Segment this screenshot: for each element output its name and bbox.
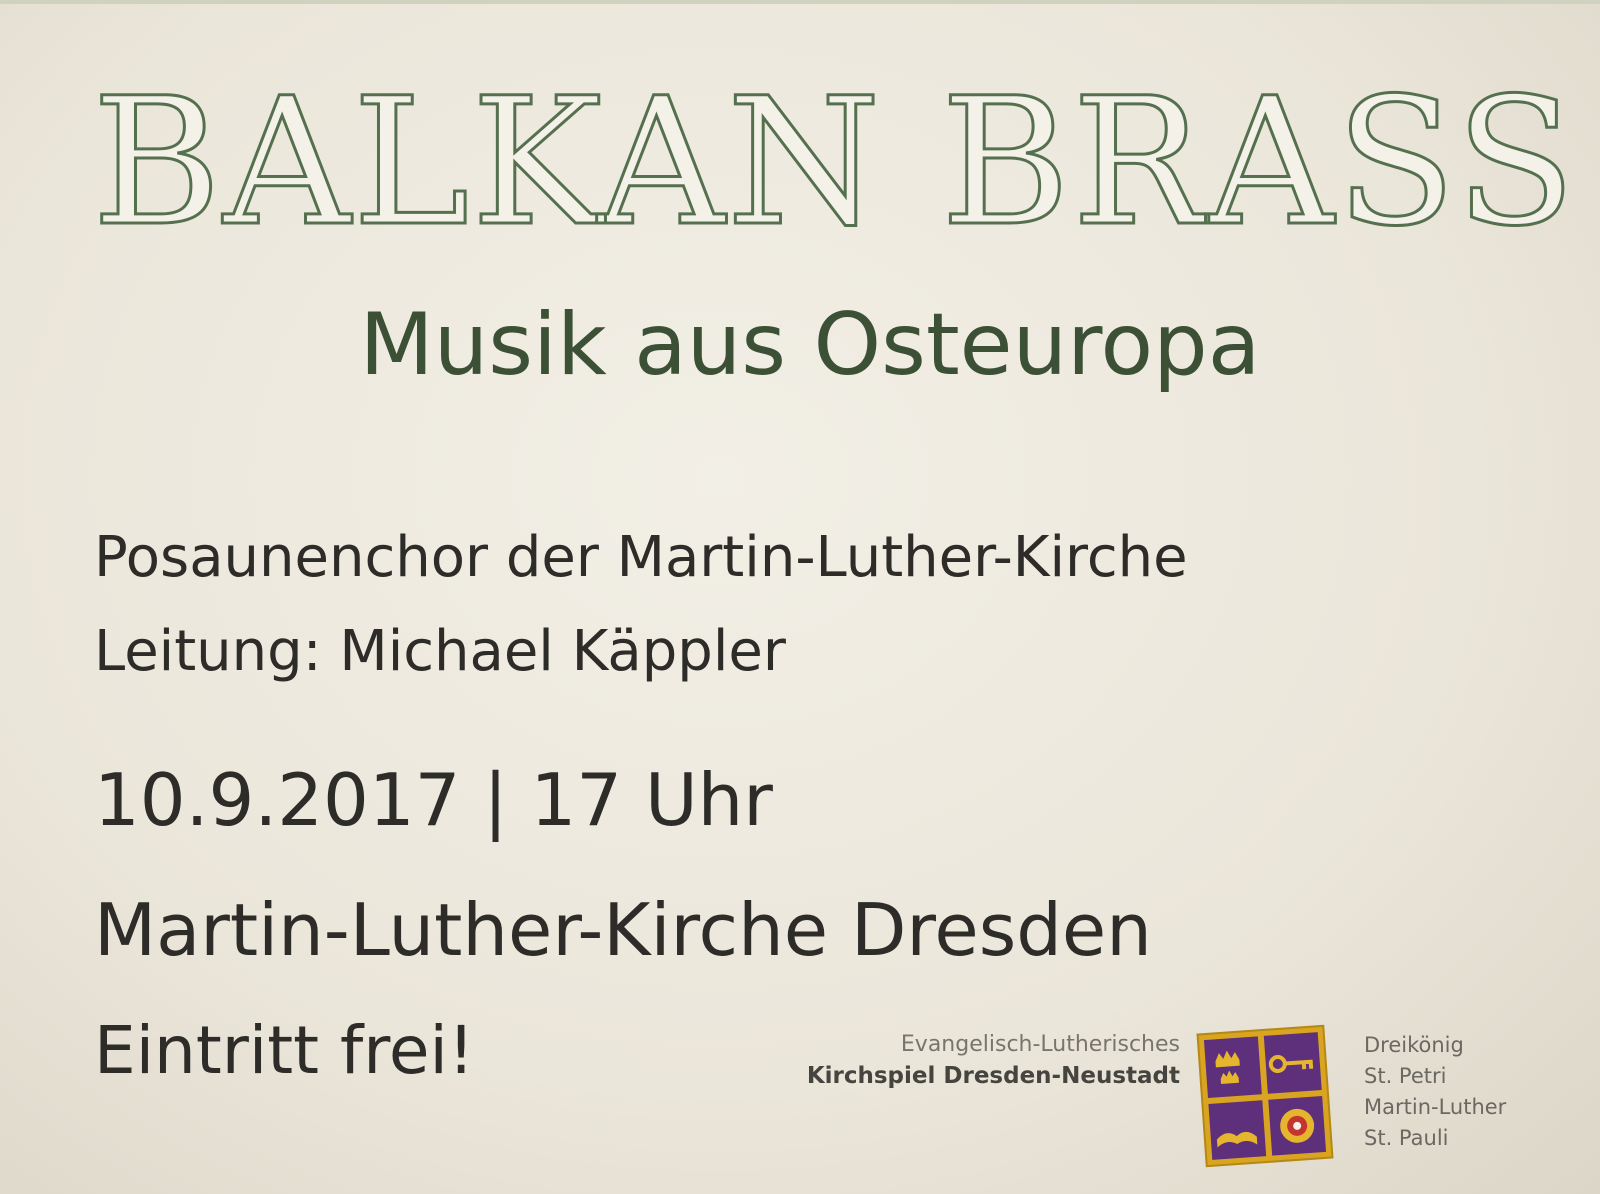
parish-list: Dreikönig St. Petri Martin-Luther St. Pa…: [1364, 1030, 1506, 1154]
conductor-line: Leitung: Michael Käppler: [94, 619, 786, 684]
parish-st-pauli: St. Pauli: [1364, 1126, 1449, 1150]
choir-name: Posaunenchor der Martin-Luther-Kirche: [94, 525, 1188, 590]
admission-note: Eintritt frei!: [94, 1012, 475, 1089]
event-datetime: 10.9.2017 | 17 Uhr: [94, 758, 773, 842]
event-venue: Martin-Luther-Kirche Dresden: [94, 888, 1152, 972]
organization-line-1: Evangelisch-Lutherisches: [900, 1032, 1180, 1057]
book-icon: [1208, 1100, 1267, 1160]
parish-emblem: [1196, 1024, 1334, 1168]
top-border: [0, 0, 1600, 4]
parish-dreikoenig: Dreikönig: [1364, 1033, 1464, 1057]
event-poster: BALKAN BRASS! Musik aus Osteuropa Posaun…: [0, 0, 1600, 1194]
organization-name: Evangelisch-Lutherisches Kirchspiel Dres…: [760, 1030, 1180, 1092]
parish-martin-luther: Martin-Luther: [1364, 1095, 1507, 1119]
parish-st-petri: St. Petri: [1364, 1064, 1447, 1088]
organization-line-2: Kirchspiel Dresden-Neustadt: [806, 1063, 1180, 1089]
poster-subtitle: Musik aus Osteuropa: [359, 295, 1261, 395]
poster-title: BALKAN BRASS!: [91, 60, 1600, 265]
crowns-icon: [1203, 1036, 1262, 1098]
